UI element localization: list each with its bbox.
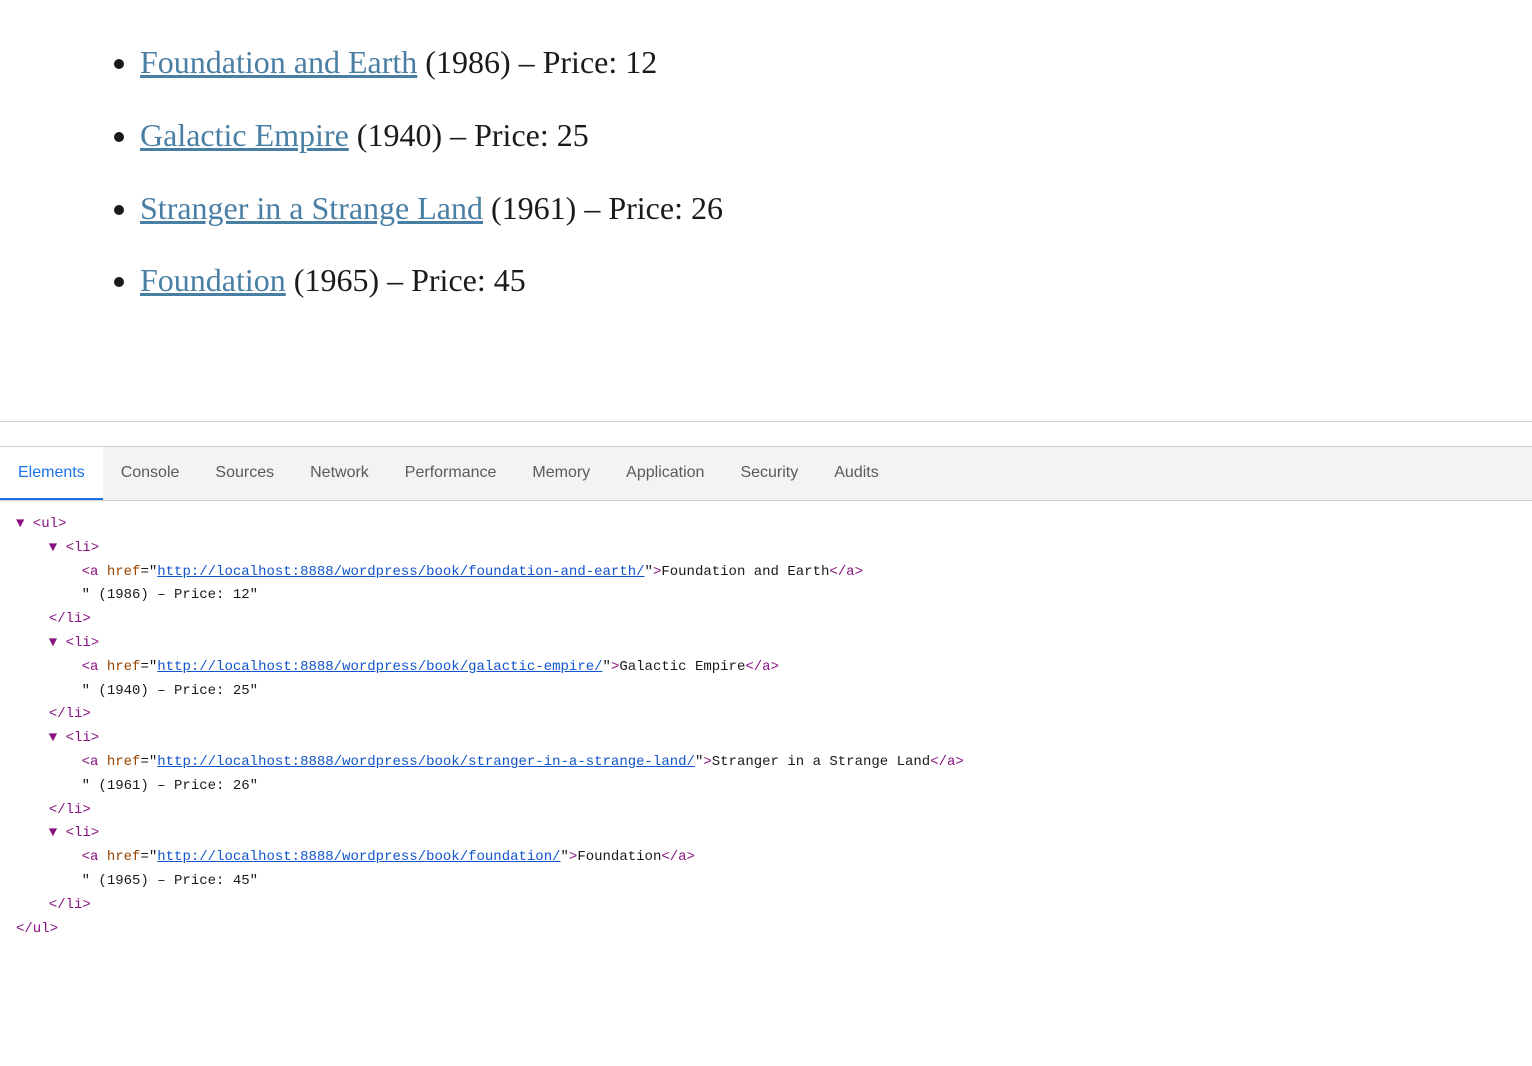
devtools-panel: ElementsConsoleSourcesNetworkPerformance… (0, 446, 1532, 1066)
xml-link[interactable]: http://localhost:8888/wordpress/book/str… (157, 754, 695, 770)
xml-tag: </li> (49, 802, 91, 818)
tab-audits[interactable]: Audits (816, 447, 896, 500)
tab-application[interactable]: Application (608, 447, 722, 500)
xml-equals: =" (140, 754, 157, 770)
xml-tag: ▼ <li> (32, 730, 99, 746)
xml-equals: =" (140, 659, 157, 675)
tree-line-ul-open: ▼ <ul> (16, 513, 1516, 537)
xml-tag: </ul> (16, 921, 58, 937)
tree-line-li-open-1: ▼ <li> (16, 632, 1516, 656)
xml-quote-close: " (561, 849, 569, 865)
xml-quote-close: " (645, 564, 653, 580)
page-content: Foundation and Earth (1986) – Price: 12 G… (0, 0, 1532, 391)
devtools-content: ▼ <ul> ▼ <li> <a href="http://localhost:… (0, 501, 1532, 1066)
tree-line-li-close-3: </li> (16, 894, 1516, 918)
book-link[interactable]: Foundation and Earth (140, 44, 417, 80)
tree-line-li-close-1: </li> (16, 703, 1516, 727)
tree-line-a-1: <a href="http://localhost:8888/wordpress… (16, 656, 1516, 680)
tree-line-li-open-2: ▼ <li> (16, 727, 1516, 751)
xml-string: " (1940) – Price: 25" (82, 683, 258, 699)
xml-tag: </a> (930, 754, 964, 770)
xml-equals: =" (140, 849, 157, 865)
book-link[interactable]: Galactic Empire (140, 117, 349, 153)
xml-tag: ▼ <li> (32, 635, 99, 651)
tree-line-li-close-2: </li> (16, 799, 1516, 823)
tab-security[interactable]: Security (722, 447, 816, 500)
tab-performance[interactable]: Performance (387, 447, 515, 500)
separator (0, 421, 1532, 422)
xml-tag-close: > (703, 754, 711, 770)
tree-line-a-3: <a href="http://localhost:8888/wordpress… (16, 846, 1516, 870)
book-list-item: Galactic Empire (1940) – Price: 25 (140, 113, 1452, 158)
book-list-item: Stranger in a Strange Land (1961) – Pric… (140, 186, 1452, 231)
xml-quote-close: " (603, 659, 611, 675)
book-text: (1986) – Price: 12 (417, 44, 657, 80)
xml-tag: </a> (829, 564, 863, 580)
tab-console[interactable]: Console (103, 447, 198, 500)
xml-tag: </a> (745, 659, 779, 675)
book-list: Foundation and Earth (1986) – Price: 12 G… (80, 40, 1452, 303)
xml-link[interactable]: http://localhost:8888/wordpress/book/fou… (157, 849, 560, 865)
xml-tag: <a (82, 754, 107, 770)
xml-tag: </li> (49, 897, 91, 913)
xml-attr-name: href (107, 659, 141, 675)
tree-line-text-1: " (1940) – Price: 25" (16, 680, 1516, 704)
xml-tag: </li> (49, 706, 91, 722)
xml-link[interactable]: http://localhost:8888/wordpress/book/gal… (157, 659, 602, 675)
book-link[interactable]: Stranger in a Strange Land (140, 190, 483, 226)
xml-tag: </a> (661, 849, 695, 865)
tree-line-text-3: " (1965) – Price: 45" (16, 870, 1516, 894)
book-list-item: Foundation and Earth (1986) – Price: 12 (140, 40, 1452, 85)
xml-attr-name: href (107, 564, 141, 580)
book-text: (1940) – Price: 25 (349, 117, 589, 153)
tree-line-li-open-3: ▼ <li> (16, 822, 1516, 846)
tab-elements[interactable]: Elements (0, 447, 103, 500)
xml-tag: ▼ <li> (32, 825, 99, 841)
xml-text: Foundation (577, 849, 661, 865)
tab-network[interactable]: Network (292, 447, 387, 500)
xml-tag: ▼ <ul> (16, 516, 66, 532)
tree-line-text-2: " (1961) – Price: 26" (16, 775, 1516, 799)
xml-attr-name: href (107, 754, 141, 770)
tree-line-li-open-0: ▼ <li> (16, 537, 1516, 561)
book-link[interactable]: Foundation (140, 262, 286, 298)
xml-string: " (1961) – Price: 26" (82, 778, 258, 794)
xml-tag: ▼ <li> (32, 540, 99, 556)
xml-equals: =" (140, 564, 157, 580)
tab-sources[interactable]: Sources (197, 447, 292, 500)
xml-tag: <a (82, 564, 107, 580)
devtools-tabs: ElementsConsoleSourcesNetworkPerformance… (0, 447, 1532, 501)
tree-line-ul-close: </ul> (16, 918, 1516, 942)
book-list-item: Foundation (1965) – Price: 45 (140, 258, 1452, 303)
xml-string: " (1986) – Price: 12" (82, 587, 258, 603)
tree-line-a-0: <a href="http://localhost:8888/wordpress… (16, 561, 1516, 585)
xml-tag: <a (82, 659, 107, 675)
xml-tag: <a (82, 849, 107, 865)
xml-tag: </li> (49, 611, 91, 627)
tree-line-li-close-0: </li> (16, 608, 1516, 632)
xml-text: Stranger in a Strange Land (712, 754, 930, 770)
xml-text: Foundation and Earth (661, 564, 829, 580)
xml-attr-name: href (107, 849, 141, 865)
book-text: (1965) – Price: 45 (286, 262, 526, 298)
xml-link[interactable]: http://localhost:8888/wordpress/book/fou… (157, 564, 644, 580)
tab-memory[interactable]: Memory (514, 447, 608, 500)
xml-text: Galactic Empire (619, 659, 745, 675)
tree-line-a-2: <a href="http://localhost:8888/wordpress… (16, 751, 1516, 775)
xml-string: " (1965) – Price: 45" (82, 873, 258, 889)
book-text: (1961) – Price: 26 (483, 190, 723, 226)
tree-line-text-0: " (1986) – Price: 12" (16, 584, 1516, 608)
